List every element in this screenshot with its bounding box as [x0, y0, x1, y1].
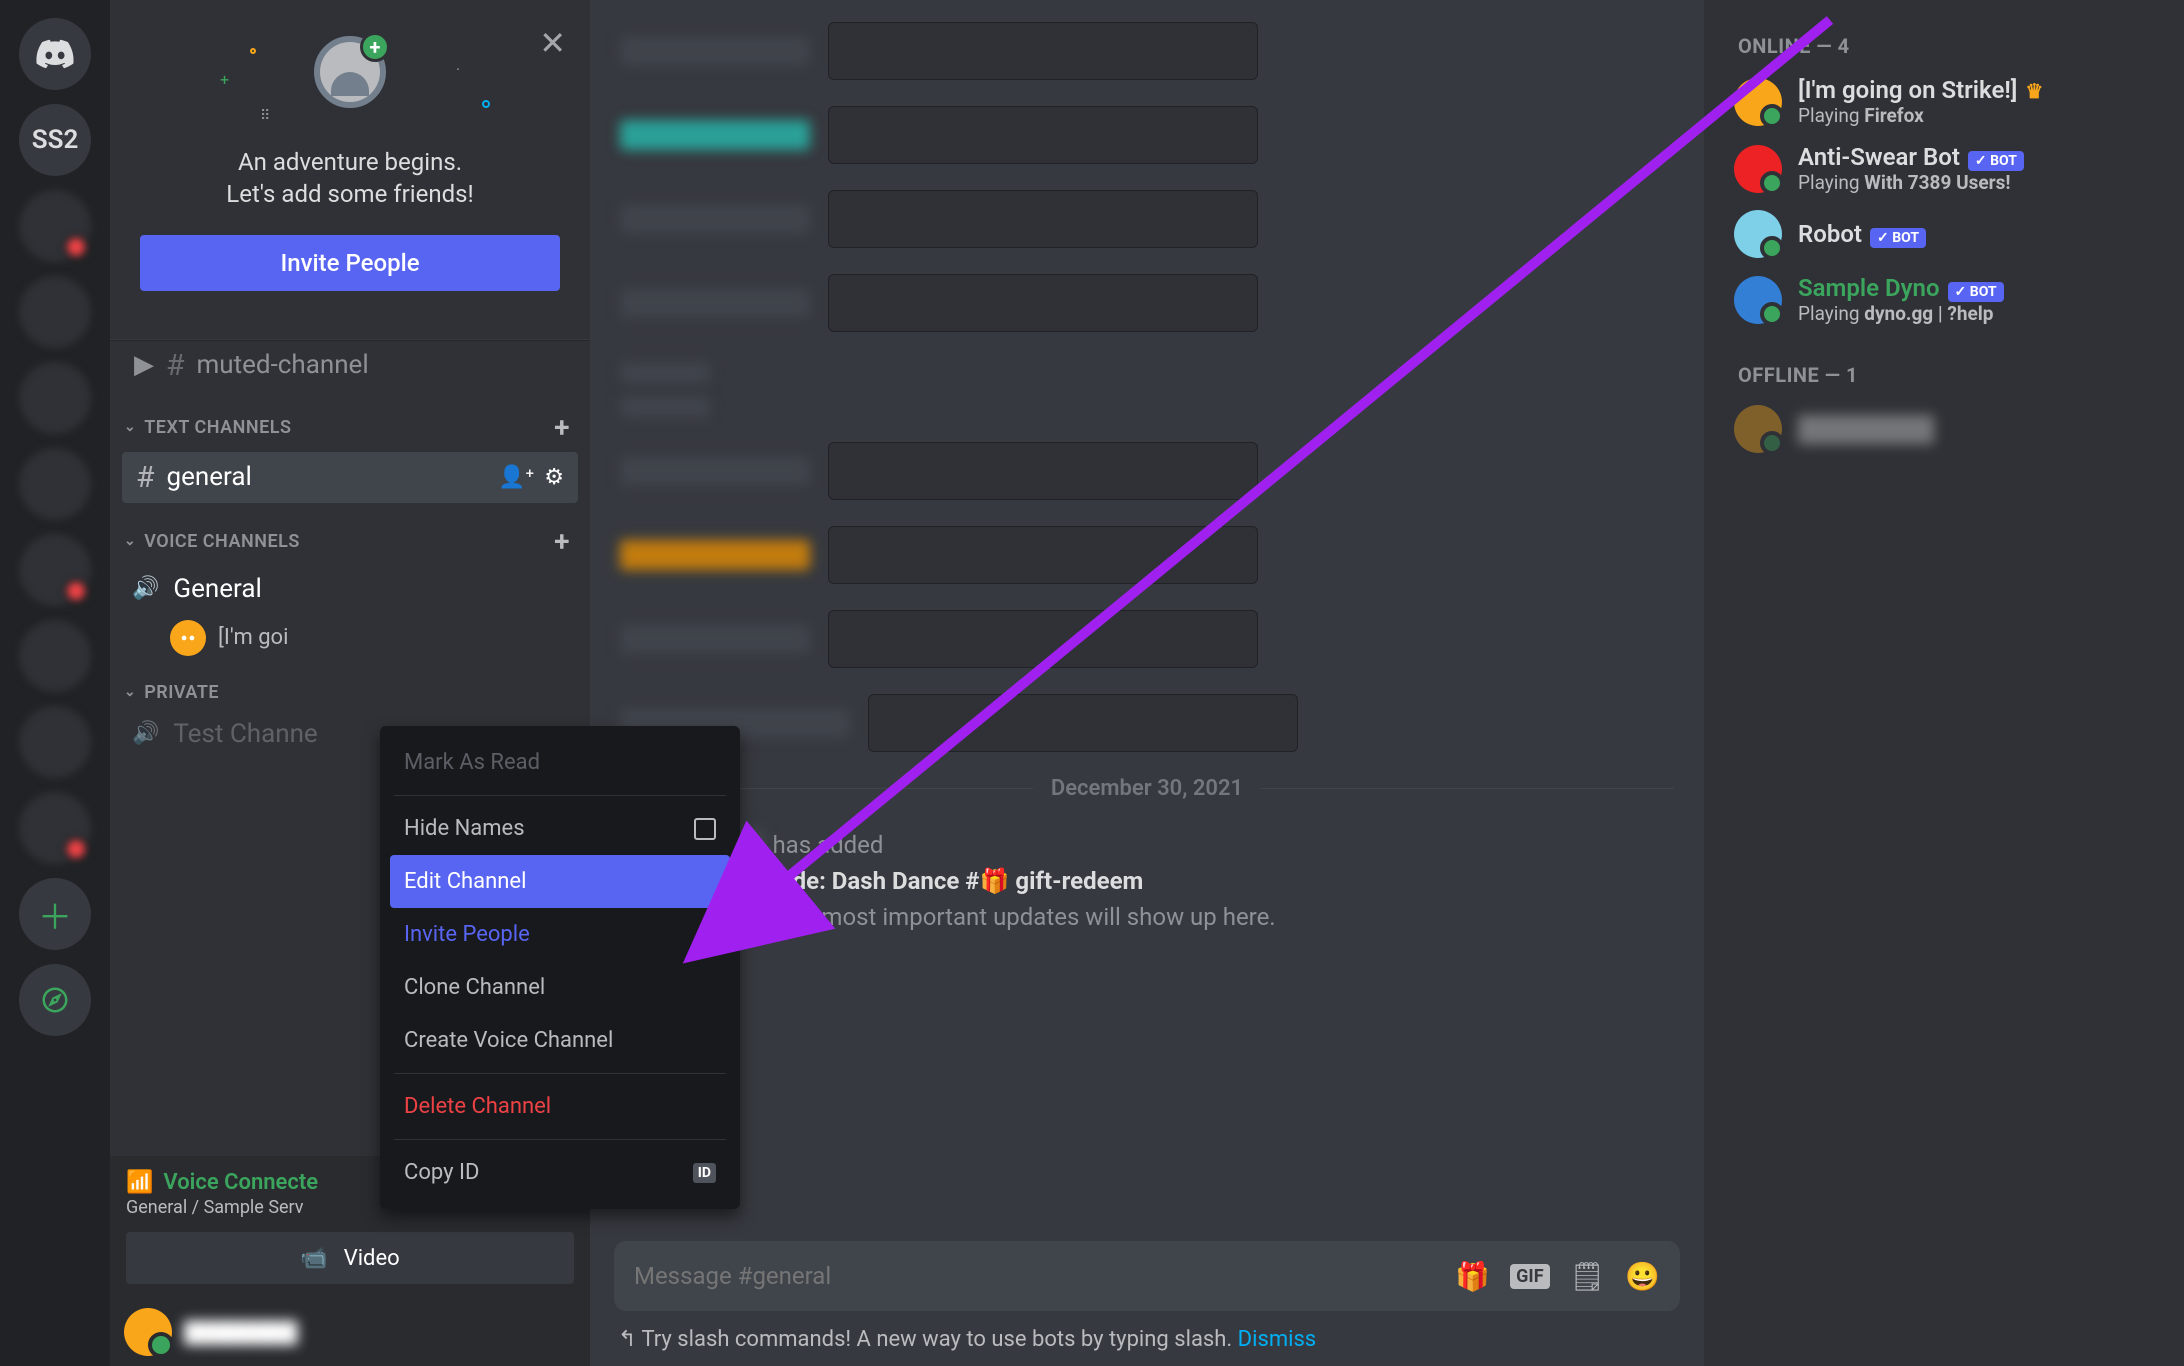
cm-mark-as-read: Mark As Read: [390, 736, 730, 789]
avatar: [1734, 405, 1782, 453]
cm-hide-names[interactable]: Hide Names: [390, 802, 730, 855]
server-item[interactable]: [19, 706, 91, 778]
invite-people-button[interactable]: Invite People: [140, 235, 560, 291]
chevron-down-icon: ⌄: [124, 419, 136, 435]
member-item-offline[interactable]: ████████: [1724, 397, 2164, 461]
server-item[interactable]: [19, 276, 91, 348]
id-badge-icon: ID: [693, 1163, 716, 1183]
app-root: SS2 ＋ ✕ + ⠿ · +: [0, 0, 2184, 1366]
chevron-down-icon: ⌄: [124, 533, 136, 549]
channel-context-menu: Mark As Read Hide Names Edit Channel Inv…: [380, 726, 740, 1209]
sticker-icon[interactable]: 🗒: [1570, 1260, 1606, 1293]
members-online-heading: ONLINE — 4: [1738, 34, 2164, 58]
avatar: [170, 620, 206, 656]
server-item[interactable]: [19, 792, 91, 864]
add-channel-icon[interactable]: +: [554, 411, 570, 444]
member-item[interactable]: [I'm going on Strike!]♛ Playing Firefox: [1724, 68, 2164, 135]
gear-icon[interactable]: ⚙: [544, 465, 564, 490]
voice-user[interactable]: [I'm goi: [110, 614, 590, 662]
slash-hint: ↰ Try slash commands! A new way to use b…: [590, 1319, 1704, 1366]
members-offline-heading: OFFLINE — 1: [1738, 363, 2164, 387]
friends-illustration: + ⠿ · +: [130, 30, 570, 130]
hash-icon: #: [166, 348, 184, 383]
compass-icon: [40, 985, 70, 1015]
category-voice-channels[interactable]: ⌄ VOICE CHANNELS +: [110, 505, 590, 564]
chat-main: December 30, 2021 user has added Officia…: [590, 0, 1704, 1366]
discord-logo-icon: [35, 34, 75, 74]
bot-tag: ✓ BOT: [1968, 151, 2024, 171]
server-item[interactable]: [19, 620, 91, 692]
date-divider: December 30, 2021: [620, 776, 1674, 801]
plus-badge-icon: +: [360, 32, 390, 62]
gift-icon[interactable]: 🎁: [1455, 1260, 1490, 1293]
friends-onboarding-card: ✕ + ⠿ · + An adventure begins. Let's add…: [110, 0, 590, 319]
video-icon: 📹: [300, 1246, 327, 1271]
dismiss-link[interactable]: Dismiss: [1238, 1327, 1317, 1352]
home-button[interactable]: [19, 18, 91, 90]
cm-clone-channel[interactable]: Clone Channel: [390, 961, 730, 1014]
signal-icon: 📶: [126, 1170, 153, 1195]
explore-button[interactable]: [19, 964, 91, 1036]
add-channel-icon[interactable]: +: [554, 525, 570, 558]
category-private[interactable]: ⌄ PRIVATE: [110, 662, 590, 709]
cm-create-voice-channel[interactable]: Create Voice Channel: [390, 1014, 730, 1067]
checkbox-icon: [694, 818, 716, 840]
avatar: [124, 1308, 172, 1356]
sparkle-icon: +: [220, 70, 229, 89]
chevron-down-icon: ⌄: [124, 684, 136, 700]
speaker-icon: 🔊: [132, 576, 159, 601]
cm-delete-channel[interactable]: Delete Channel: [390, 1080, 730, 1133]
server-item[interactable]: [19, 534, 91, 606]
username-blurred: ████████: [184, 1320, 297, 1345]
gif-button[interactable]: GIF: [1510, 1264, 1549, 1289]
muted-channel-item[interactable]: ▶ # muted-channel: [110, 340, 590, 391]
chat-scroll[interactable]: December 30, 2021 user has added Officia…: [590, 0, 1704, 1241]
member-item[interactable]: Sample Dyno✓ BOT Playing dyno.gg | ?help: [1724, 266, 2164, 333]
member-item[interactable]: Robot✓ BOT: [1724, 202, 2164, 266]
bot-tag: ✓ BOT: [1948, 282, 2004, 302]
bot-tag: ✓ BOT: [1870, 228, 1926, 248]
cm-invite-people[interactable]: Invite People: [390, 908, 730, 961]
sparkle-icon: [250, 48, 256, 54]
avatar: [1734, 145, 1782, 193]
emoji-icon[interactable]: 😀: [1625, 1260, 1660, 1293]
avatar: [1734, 210, 1782, 258]
cm-edit-channel[interactable]: Edit Channel: [390, 855, 730, 908]
category-text-channels[interactable]: ⌄ TEXT CHANNELS +: [110, 391, 590, 450]
voice-channel-general[interactable]: 🔊 General: [110, 564, 590, 614]
message-input-container[interactable]: 🎁 GIF 🗒 😀: [614, 1241, 1680, 1311]
discord-logo-icon: [177, 627, 199, 649]
sparkle-icon: ·: [456, 60, 460, 79]
member-item[interactable]: Anti-Swear Bot✓ BOT Playing With 7389 Us…: [1724, 135, 2164, 202]
onboarding-text: An adventure begins. Let's add some frie…: [130, 146, 570, 211]
avatar: [1734, 276, 1782, 324]
member-list: ONLINE — 4 [I'm going on Strike!]♛ Playi…: [1704, 0, 2184, 1366]
server-ss2[interactable]: SS2: [19, 104, 91, 176]
crown-icon: ♛: [2025, 79, 2043, 103]
message-input[interactable]: [634, 1262, 1435, 1290]
server-item[interactable]: [19, 190, 91, 262]
server-item[interactable]: [19, 448, 91, 520]
channel-general[interactable]: # general 👤⁺ ⚙: [122, 452, 578, 503]
avatar: [1734, 78, 1782, 126]
add-server-button[interactable]: ＋: [19, 878, 91, 950]
cm-copy-id[interactable]: Copy ID ID: [390, 1146, 730, 1199]
server-item[interactable]: [19, 362, 91, 434]
sparkle-icon: ⠿: [260, 108, 270, 124]
hash-icon: #: [136, 460, 154, 495]
user-footer[interactable]: ████████: [110, 1298, 590, 1366]
system-message: user has added Official Beat Blade: Dash…: [620, 819, 1674, 979]
invite-icon[interactable]: 👤⁺: [498, 465, 534, 490]
sparkle-icon: [482, 100, 490, 108]
server-rail: SS2 ＋: [0, 0, 110, 1366]
onboarding-avatar: +: [308, 30, 392, 114]
video-button[interactable]: 📹 Video: [126, 1232, 574, 1284]
speaker-icon: 🔊: [132, 721, 159, 746]
